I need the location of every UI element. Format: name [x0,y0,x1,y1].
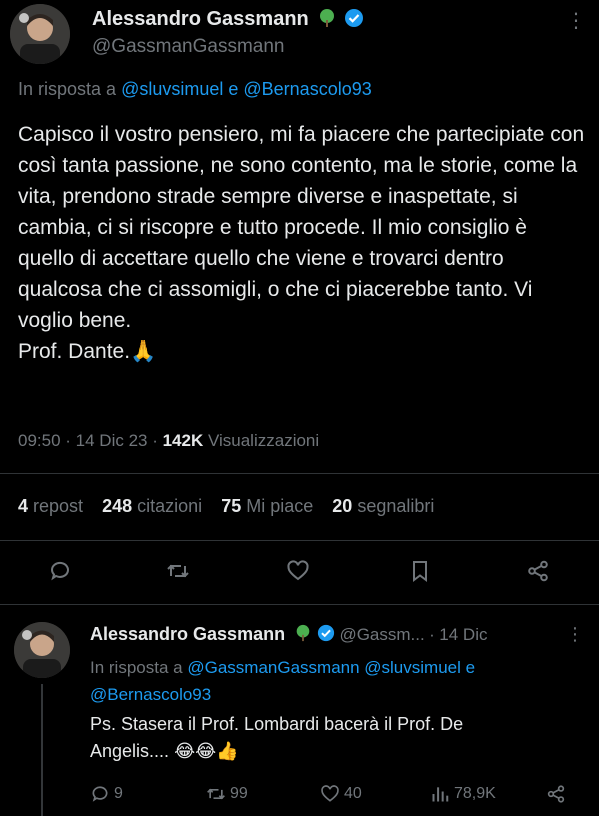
reply-views-count: 78,9K [454,785,496,802]
more-options-icon[interactable]: ⋮ [566,624,584,645]
views-label: Visualizzazioni [207,431,320,450]
likes-label: Mi piace [246,496,314,516]
views-count: 142K [162,431,204,450]
verified-icon [317,624,335,647]
tree-badge-icon [317,8,337,33]
reply-author-handle[interactable]: @Gassm... [339,625,424,644]
likes-count: 75 [221,496,242,516]
likes-stat[interactable]: 75 Mi piace [221,496,313,516]
quotes-count: 248 [102,496,133,516]
bookmarks-stat[interactable]: 20 segnalibri [332,496,434,516]
reply-icon[interactable] [46,557,74,585]
reply-action[interactable]: 9 [90,784,123,804]
reply-replies-count: 9 [114,785,123,802]
tree-badge-icon [294,624,312,647]
reply-author-name[interactable]: Alessandro Gassmann [90,624,285,644]
divider [0,473,599,474]
quotes-label: citazioni [137,496,203,516]
reply-prefix: In risposta a [18,79,117,99]
repost-icon[interactable] [164,557,192,585]
share-icon [547,785,565,803]
divider [0,604,599,605]
reposts-label: repost [33,496,84,516]
more-options-icon[interactable]: ⋮ [566,8,586,33]
reply-likes-count: 40 [344,785,362,802]
repost-icon [207,788,225,800]
tweet-text: Capisco il vostro pensiero, mi fa piacer… [18,119,588,367]
verified-icon [344,8,364,33]
reply-mentions[interactable]: @sluvsimuel e @Bernascolo93 [121,79,372,99]
bookmarks-count: 20 [332,496,353,516]
divider [0,540,599,541]
views-icon [432,787,449,802]
share-icon[interactable] [524,557,552,585]
share-action[interactable] [546,784,570,804]
reposts-count: 4 [18,496,29,516]
reply-context: In risposta a @GassmanGassmann @sluvsimu… [90,654,590,708]
reply-mentions[interactable]: @GassmanGassmann @sluvsimuel e [187,658,475,677]
reply-icon [92,786,108,802]
repost-action[interactable]: 99 [206,784,248,804]
like-icon [321,785,339,802]
quotes-stat[interactable]: 248 citazioni [102,496,202,516]
reply-emojis: 😂😂👍 [174,741,239,762]
tweet-signature: Prof. Dante.🙏 [18,340,157,363]
thread-line [41,684,43,816]
tweet-body: Capisco il vostro pensiero, mi fa piacer… [18,123,585,332]
reply-text-line: Angelis.... [90,741,170,761]
reply-reposts-count: 99 [230,785,248,802]
author-name[interactable]: Alessandro Gassmann [92,8,309,30]
bookmarks-label: segnalibri [357,496,435,516]
views-action[interactable]: 78,9K [430,784,496,804]
like-icon[interactable] [284,557,312,585]
tweet-meta: 09:50 · 14 Dic 23 · 142K Visualizzazioni [18,431,320,450]
bookmark-icon[interactable] [406,557,434,585]
author-avatar[interactable] [10,4,70,64]
author-handle[interactable]: @GassmanGassmann [92,36,284,58]
reply-text-line: Ps. Stasera il Prof. Lombardi bacerà il … [90,714,464,734]
reply-context: In risposta a @sluvsimuel e @Bernascolo9… [18,79,372,100]
tweet-time[interactable]: 09:50 [18,431,61,450]
reply-date[interactable]: 14 Dic [439,625,487,644]
reply-mentions-cont[interactable]: @Bernascolo93 [90,685,211,704]
reposts-stat[interactable]: 4 repost [18,496,83,516]
reply-text: Ps. Stasera il Prof. Lombardi bacerà il … [90,711,590,765]
reply-author-avatar[interactable] [14,622,70,678]
separator-dot: · [429,625,435,644]
tweet-date[interactable]: 14 Dic 23 [76,431,148,450]
reply-prefix: In risposta a [90,658,183,677]
like-action[interactable]: 40 [320,784,362,804]
engagement-stats: 4 repost 248 citazioni 75 Mi piace 20 se… [18,496,448,517]
